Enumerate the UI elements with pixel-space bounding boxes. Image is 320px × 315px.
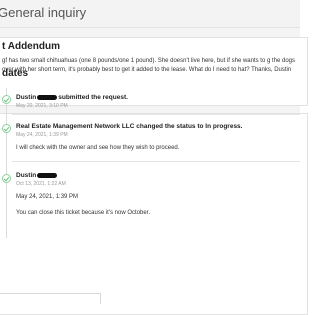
timeline-line	[6, 88, 7, 238]
redaction-mark	[37, 172, 58, 178]
check-circle-icon	[2, 124, 11, 133]
check-circle-icon	[2, 174, 11, 183]
update-entry-3-date: Oct 13, 2021, 1:22 AM	[16, 181, 66, 187]
update-entry-3-message-1: May 24, 2021, 1:39 PM	[16, 194, 79, 200]
update-entry-1-title: Dustin submitted the request.	[16, 94, 128, 101]
update-entry-3-title: Dustin	[16, 172, 58, 179]
update-entry-2-message: I will check with the owner and see how …	[16, 145, 180, 151]
divider	[12, 114, 300, 115]
addendum-body: gf has two small chihuahuas (one 8 pound…	[2, 58, 296, 73]
addendum-title: t Addendum	[2, 41, 60, 52]
update-entry-1-date: May 20, 2021, 3:10 PM	[16, 103, 68, 109]
check-circle-icon	[2, 95, 11, 104]
comment-box-edge[interactable]	[0, 293, 101, 304]
update-entry-2-date: May 24, 2021, 1:39 PM	[16, 132, 68, 138]
redaction-mark	[37, 94, 58, 100]
page-title: General inquiry	[0, 5, 87, 20]
update-entry-2-action: changed the status to In progress.	[136, 123, 243, 130]
updates-title: dates	[2, 68, 29, 79]
update-entry-3-message-2: You can close this ticket because it's n…	[16, 210, 150, 216]
divider	[12, 161, 300, 162]
update-entry-1-action: submitted the request.	[58, 94, 128, 101]
update-entry-2-author: Real Estate Management Network LLC	[16, 123, 135, 130]
main-content: t Addendum gf has two small chihuahuas (…	[0, 28, 308, 315]
update-entry-2-title: Real Estate Management Network LLC chang…	[16, 123, 242, 130]
page-header: General inquiry	[0, 0, 300, 28]
update-entry-3-author: Dustin	[16, 172, 37, 179]
update-entry-1-author: Dustin	[16, 94, 37, 101]
